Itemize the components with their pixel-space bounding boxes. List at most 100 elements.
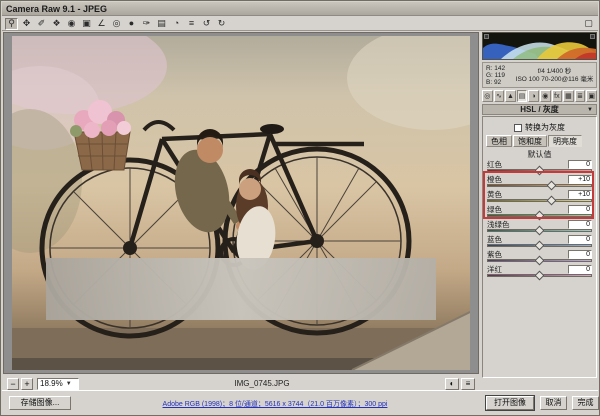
- subtab-明亮度[interactable]: 明亮度: [548, 135, 582, 147]
- rgb-value: R: 142: [486, 65, 506, 72]
- title-bar: Camera Raw 9.1 - JPEG: [2, 2, 598, 16]
- chevron-down-icon: ▼: [65, 380, 72, 387]
- photo-render: [0, 18, 517, 371]
- slider-track[interactable]: [487, 165, 592, 176]
- workflow-options-link[interactable]: Adobe RGB (1998)；8 位/通道；5616 x 3744（21.0…: [82, 399, 468, 409]
- zoom-in-button[interactable]: +: [21, 377, 33, 390]
- image-preview-area[interactable]: [0, 18, 517, 374]
- slider-value-input[interactable]: +10: [568, 174, 592, 184]
- slider-track[interactable]: [487, 240, 592, 251]
- rotate-right-button[interactable]: ↻: [215, 17, 228, 30]
- tab-hsl-grayscale[interactable]: ▤: [516, 90, 528, 102]
- slider-list: 红色 0 橙色 +10 黄色 +10 绿色 0 浅绿色 0 蓝色 0 紫色 0 洋红 0: [487, 159, 592, 281]
- rotate-left-button[interactable]: ↺: [200, 17, 213, 30]
- slider-track[interactable]: [487, 225, 592, 236]
- rgb-value: G: 119: [486, 72, 506, 79]
- grayscale-checkbox[interactable]: [514, 123, 522, 132]
- slider-track[interactable]: [487, 270, 592, 281]
- slider-value-input[interactable]: +10: [568, 189, 592, 199]
- grayscale-checkbox-label: 转换为灰度: [525, 123, 565, 132]
- hsl-panel-content: 转换为灰度 色相 饱和度 明亮度 默认值 红色 0 橙色 +10 黄色 +10 绿色 0 浅绿色 0 蓝…: [482, 116, 597, 378]
- panel-tab-strip: ◎ ∿ ▲ ▤ ◑ ◉ fx ▦ ≣ ▣: [482, 90, 597, 103]
- straighten-tool[interactable]: ∠: [95, 17, 108, 30]
- cancel-button[interactable]: 取消: [540, 396, 567, 410]
- zoom-level-select[interactable]: 18.9% ▼: [37, 377, 79, 390]
- shadow-clipping-icon[interactable]: [484, 34, 489, 39]
- tab-lens-corrections[interactable]: ◉: [539, 90, 551, 102]
- slider-label: 紫色: [487, 249, 502, 259]
- window-title: Camera Raw 9.1 - JPEG: [6, 3, 108, 14]
- tab-split-toning[interactable]: ◑: [528, 90, 539, 102]
- before-after-view-button[interactable]: ◐: [445, 377, 459, 390]
- tool-group: ⚲ ✥ ✐ ❖ ◉ ▣ ∠ ◎ ● ✑ ▤ ◔ ≡ ↺ ↻: [5, 17, 228, 30]
- white-balance-tool[interactable]: ✐: [35, 17, 48, 30]
- slider-value-input[interactable]: 0: [568, 159, 592, 169]
- toolbar: ⚲ ✥ ✐ ❖ ◉ ▣ ∠ ◎ ● ✑ ▤ ◔ ≡ ↺ ↻ ▢: [2, 17, 598, 31]
- zoom-level-value: 18.9%: [40, 379, 63, 388]
- slider-label: 绿色: [487, 204, 502, 214]
- zoom-tool[interactable]: ⚲: [5, 17, 18, 30]
- histogram[interactable]: [482, 32, 597, 60]
- histogram-plot: [483, 42, 596, 59]
- filename-label: IMG_0745.JPG: [234, 379, 290, 388]
- tab-presets[interactable]: ≣: [574, 90, 586, 102]
- adjustment-panel: R: 142 G: 119 B: 92 f/4 1/400 秒 ISO 100 70…: [480, 32, 599, 392]
- slider-track[interactable]: [487, 180, 592, 191]
- radial-filter-tool[interactable]: ◔: [170, 17, 183, 30]
- slider-row-紫色: 紫色 0: [487, 249, 592, 266]
- subtab-饱和度[interactable]: 饱和度: [513, 135, 547, 147]
- slider-track[interactable]: [487, 255, 592, 266]
- zoom-out-button[interactable]: −: [7, 377, 19, 390]
- camera-raw-window: Camera Raw 9.1 - JPEG ⚲ ✥ ✐ ❖ ◉ ▣ ∠ ◎ ● ✑ ▤ ◔ ≡ ↺ ↻ ▢: [0, 0, 600, 416]
- red-eye-tool[interactable]: ●: [125, 17, 138, 30]
- tab-snapshots[interactable]: ▣: [586, 90, 597, 102]
- exif-line-1: f/4 1/400 秒: [537, 68, 572, 75]
- slider-label: 橙色: [487, 174, 502, 184]
- color-sampler-tool[interactable]: ❖: [50, 17, 63, 30]
- slider-row-浅绿色: 浅绿色 0: [487, 219, 592, 236]
- slider-row-黄色: 黄色 +10: [487, 189, 592, 206]
- tab-effects[interactable]: fx: [551, 90, 563, 102]
- photo[interactable]: [0, 18, 517, 371]
- slider-label: 黄色: [487, 189, 502, 199]
- subtab-色相[interactable]: 色相: [486, 135, 512, 147]
- slider-track[interactable]: [487, 195, 592, 206]
- preferences-button[interactable]: ≡: [185, 17, 198, 30]
- panel-menu-icon[interactable]: ▼: [587, 107, 593, 113]
- hsl-subtabs: 色相 饱和度 明亮度: [486, 135, 582, 147]
- rgb-value: B: 92: [486, 79, 502, 86]
- preview-menu-button[interactable]: ≡: [461, 377, 475, 390]
- slider-row-橙色: 橙色 +10: [487, 174, 592, 191]
- save-image-button[interactable]: 存储图像...: [9, 396, 71, 410]
- adjustment-brush-tool[interactable]: ✑: [140, 17, 153, 30]
- tab-tone-curve[interactable]: ∿: [493, 90, 505, 102]
- slider-row-红色: 红色 0: [487, 159, 592, 176]
- highlight-clipping-icon[interactable]: [590, 34, 595, 39]
- panel-title: HSL / 灰度: [520, 105, 559, 114]
- preview-toggle-group: ◐ ≡: [445, 377, 475, 390]
- slider-label: 蓝色: [487, 234, 502, 244]
- targeted-adjustment-tool[interactable]: ◉: [65, 17, 78, 30]
- crop-tool[interactable]: ▣: [80, 17, 93, 30]
- slider-value-input[interactable]: 0: [568, 249, 592, 259]
- slider-value-input[interactable]: 0: [568, 234, 592, 244]
- slider-label: 浅绿色: [487, 219, 510, 229]
- exif-info: f/4 1/400 秒 ISO 100 70-200@116 毫米: [513, 63, 596, 87]
- slider-value-input[interactable]: 0: [568, 204, 592, 214]
- slider-value-input[interactable]: 0: [568, 219, 592, 229]
- slider-track[interactable]: [487, 210, 592, 221]
- tab-detail[interactable]: ▲: [505, 90, 516, 102]
- open-image-button[interactable]: 打开图像: [485, 395, 535, 411]
- slider-value-input[interactable]: 0: [568, 264, 592, 274]
- spot-removal-tool[interactable]: ◎: [110, 17, 123, 30]
- watermark-overlay: [46, 258, 436, 320]
- tab-basic[interactable]: ◎: [482, 90, 493, 102]
- hand-tool[interactable]: ✥: [20, 17, 33, 30]
- done-button[interactable]: 完成: [572, 396, 599, 410]
- footer-bar: 存储图像... Adobe RGB (1998)；8 位/通道；5616 x 3…: [2, 390, 599, 414]
- toggle-fullscreen-button[interactable]: ▢: [582, 17, 595, 30]
- tab-camera-calibration[interactable]: ▦: [563, 90, 574, 102]
- exif-line-2: ISO 100 70-200@116 毫米: [515, 76, 594, 83]
- graduated-filter-tool[interactable]: ▤: [155, 17, 168, 30]
- grayscale-checkbox-row[interactable]: 转换为灰度: [483, 122, 596, 133]
